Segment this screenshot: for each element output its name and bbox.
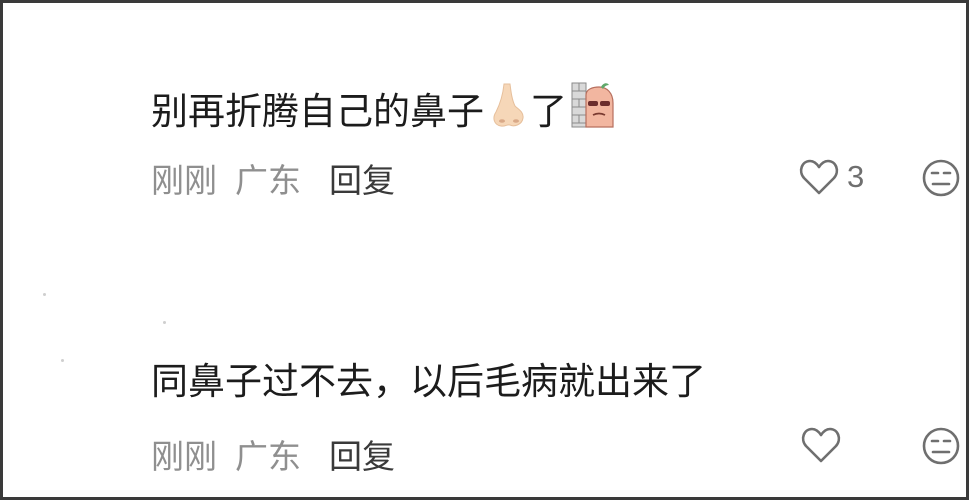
neutral-face-icon (922, 427, 960, 465)
comment-time: 刚刚 (151, 161, 217, 200)
comment-text: 同鼻子过不去，以后毛病就出来了 (151, 357, 966, 407)
nose-emoji-icon (490, 82, 526, 141)
speck (61, 359, 64, 362)
comment-location: 广东 (235, 161, 301, 200)
reply-button[interactable]: 回复 (329, 159, 395, 203)
reply-button[interactable]: 回复 (329, 435, 395, 479)
heart-outline-icon (799, 159, 839, 195)
comment-text: 别再折腾自己的鼻子 了 (151, 81, 966, 142)
comment-panel: 别再折腾自己的鼻子 了 刚刚 广东 回复 3 同鼻子过不去，以后毛病就出来了 刚… (0, 0, 969, 500)
comment-meta: 刚刚 广东 回复 (151, 435, 395, 479)
comment-meta: 刚刚 广东 回复 (151, 159, 395, 203)
speck (43, 293, 46, 296)
comment-location: 广东 (235, 437, 301, 476)
comment-time: 刚刚 (151, 437, 217, 476)
like-count: 3 (847, 159, 865, 194)
speck (163, 321, 166, 324)
comment-item: 同鼻子过不去，以后毛病就出来了 刚刚 广东 回复 (151, 357, 966, 476)
heart-outline-icon (801, 427, 841, 463)
comment-body: 别再折腾自己的鼻子 (151, 89, 484, 133)
comment-body: 同鼻子过不去，以后毛病就出来了 (151, 360, 706, 403)
comment-item: 别再折腾自己的鼻子 了 刚刚 广东 回复 3 (151, 81, 966, 200)
comment-body-tail: 了 (530, 89, 567, 133)
like-button[interactable] (801, 423, 841, 467)
neutral-face-icon (922, 159, 960, 197)
like-button[interactable]: 3 (799, 155, 864, 199)
dislike-button[interactable] (921, 158, 961, 202)
dislike-button[interactable] (921, 426, 961, 470)
peeking-face-emoji-icon (571, 81, 615, 142)
